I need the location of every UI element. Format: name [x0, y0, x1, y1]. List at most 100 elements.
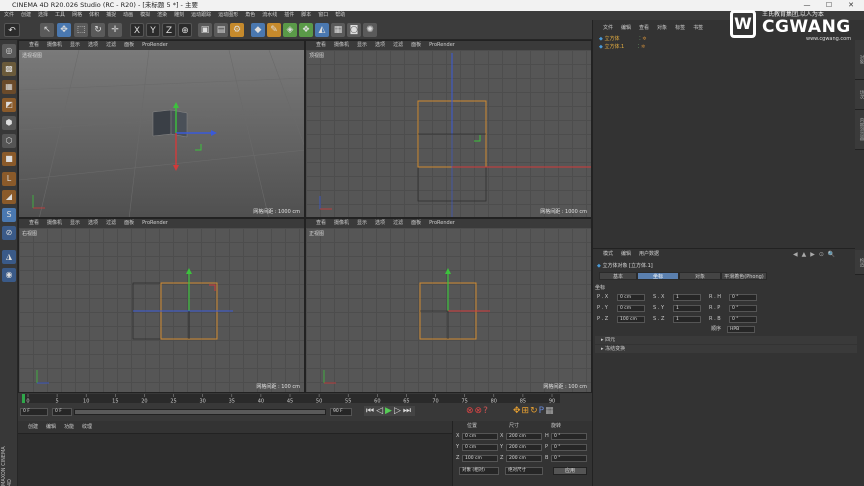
vp-menu-view[interactable]: 查看: [29, 41, 39, 50]
vp-menu-panel[interactable]: 面板: [124, 41, 134, 50]
range-slider[interactable]: [74, 409, 326, 415]
vp-menu-options[interactable]: 选项: [88, 219, 98, 228]
mat-menu-texture[interactable]: 纹理: [82, 423, 92, 432]
playhead[interactable]: [22, 394, 25, 403]
vp-menu-panel[interactable]: 面板: [411, 219, 421, 228]
om-menu-view[interactable]: 查看: [639, 24, 649, 33]
sx-field[interactable]: 1: [673, 294, 701, 301]
vp-menu-filter[interactable]: 过滤: [393, 219, 403, 228]
planar-workplane-icon[interactable]: ◮: [2, 250, 16, 264]
model-mode-icon[interactable]: ▩: [2, 62, 16, 76]
material-list[interactable]: [18, 433, 452, 486]
menu-plugins[interactable]: 插件: [284, 11, 294, 20]
vp-menu-view[interactable]: 查看: [316, 219, 326, 228]
autokey-icon[interactable]: ⊗: [475, 406, 484, 416]
workplane-mode-icon[interactable]: ◩: [2, 98, 16, 112]
rotation-key-icon[interactable]: ↻: [530, 406, 539, 416]
rp-field[interactable]: 0 °: [729, 305, 757, 312]
coord-mode-dropdown[interactable]: 对象 (相对): [459, 467, 499, 475]
vp-menu-display[interactable]: 显示: [357, 219, 367, 228]
tab-basic[interactable]: 基本: [599, 272, 637, 280]
sy-field[interactable]: 1: [673, 305, 701, 312]
end-frame-field[interactable]: 90 F: [330, 408, 352, 416]
menu-select[interactable]: 选择: [38, 11, 48, 20]
edges-mode-icon[interactable]: ⬡: [2, 134, 16, 148]
recent-tools-icon[interactable]: ✛: [108, 23, 122, 37]
vp-menu-filter[interactable]: 过滤: [106, 41, 116, 50]
py-field[interactable]: 0 cm: [617, 305, 645, 312]
scale-key-icon[interactable]: ⊞: [522, 406, 531, 416]
start-frame-field[interactable]: 0 F: [52, 408, 72, 416]
vp-menu-filter[interactable]: 过滤: [393, 41, 403, 50]
menu-render[interactable]: 渲染: [157, 11, 167, 20]
current-frame-field[interactable]: 0 F: [20, 408, 48, 416]
mat-menu-create[interactable]: 创建: [28, 423, 38, 432]
om-menu-bookmarks[interactable]: 书签: [693, 24, 703, 33]
visibility-dots-icon[interactable]: ⁚: [639, 36, 641, 42]
vp-menu-panel[interactable]: 面板: [411, 41, 421, 50]
camera-icon[interactable]: ◙: [347, 23, 361, 37]
render-picture-viewer-icon[interactable]: ▤: [214, 23, 228, 37]
om-menu-edit[interactable]: 编辑: [621, 24, 631, 33]
make-editable-icon[interactable]: ◎: [2, 44, 16, 58]
x-axis-lock-icon[interactable]: X: [130, 23, 144, 37]
play-icon[interactable]: ▶: [385, 406, 394, 416]
vp-menu-options[interactable]: 选项: [88, 41, 98, 50]
prev-key-icon[interactable]: ◁: [376, 406, 385, 416]
coord-size-y[interactable]: 200 cm: [506, 444, 542, 451]
coord-pos-y[interactable]: 0 cm: [462, 444, 498, 451]
render-settings-icon[interactable]: ⚙: [230, 23, 244, 37]
timeline-ruler[interactable]: 0 5 10 15 20 25 30 35 40 45 50 55 60 65 70 75 80 85 90: [22, 394, 560, 403]
vp-menu-panel[interactable]: 面板: [124, 219, 134, 228]
tab-phong[interactable]: 平滑着色(Phong): [721, 272, 767, 280]
coord-size-x[interactable]: 200 cm: [506, 433, 542, 440]
subdivision-surface-icon[interactable]: ◈: [283, 23, 297, 37]
rh-field[interactable]: 0 °: [729, 294, 757, 301]
vtab-objects[interactable]: 对象: [855, 40, 864, 80]
vp-menu-prorender[interactable]: ProRender: [429, 41, 455, 50]
enable-axis-icon[interactable]: L: [2, 172, 16, 186]
coordinate-system-icon[interactable]: ⊕: [178, 23, 192, 37]
viewport-right[interactable]: 查看 摄像机 显示 选项 过滤 面板 ProRender 右视图 网格间距 : …: [18, 218, 305, 393]
floor-icon[interactable]: ▦: [331, 23, 345, 37]
viewport-front[interactable]: 查看 摄像机 显示 选项 过滤 面板 ProRender 正视图 网格间距 : …: [305, 218, 592, 393]
vp-menu-options[interactable]: 选项: [375, 219, 385, 228]
quaternion-section[interactable]: ▸ 四元: [595, 336, 857, 344]
nav-arrows-icon[interactable]: ◀▲▶⊙🔍: [793, 251, 839, 258]
select-arrow-icon[interactable]: ↖: [40, 23, 54, 37]
go-to-end-icon[interactable]: ⏭: [403, 406, 413, 416]
undo-icon[interactable]: ↶: [4, 23, 20, 37]
tweak-mode-icon[interactable]: ◢: [2, 190, 16, 204]
vp-menu-view[interactable]: 查看: [316, 41, 326, 50]
y-axis-lock-icon[interactable]: Y: [146, 23, 160, 37]
sz-field[interactable]: 1: [673, 316, 701, 323]
snap-icon[interactable]: S: [2, 208, 16, 222]
go-to-start-icon[interactable]: ⏮: [366, 406, 376, 416]
viewport-perspective[interactable]: 查看 摄像机 显示 选项 过滤 面板 ProRender 透视视图 网格间距 :…: [18, 40, 305, 218]
am-menu-mode[interactable]: 模式: [603, 250, 613, 259]
menu-motion-tracking[interactable]: 运动跟踪: [191, 11, 211, 20]
vp-menu-display[interactable]: 显示: [70, 219, 80, 228]
menu-character[interactable]: 角色: [245, 11, 255, 20]
am-menu-edit[interactable]: 编辑: [621, 250, 631, 259]
pla-key-icon[interactable]: ▦: [545, 406, 555, 416]
spline-pen-icon[interactable]: ✎: [267, 23, 281, 37]
vp-menu-prorender[interactable]: ProRender: [142, 41, 168, 50]
mat-menu-edit[interactable]: 编辑: [46, 423, 56, 432]
scale-tool-icon[interactable]: ⬚: [74, 23, 88, 37]
move-tool-icon[interactable]: ✥: [57, 23, 71, 37]
record-keyframe-icon[interactable]: ⊗: [466, 406, 475, 416]
om-menu-file[interactable]: 文件: [603, 24, 613, 33]
menu-mesh[interactable]: 网格: [72, 11, 82, 20]
phong-tag-icon[interactable]: ✲: [641, 44, 645, 50]
om-menu-objects[interactable]: 对象: [657, 24, 667, 33]
menu-window[interactable]: 窗口: [318, 11, 328, 20]
vp-menu-view[interactable]: 查看: [29, 219, 39, 228]
px-field[interactable]: 0 cm: [617, 294, 645, 301]
object-row-cube-1[interactable]: ◆ 立方体.1 ⁚ ✲: [599, 43, 645, 51]
polygons-mode-icon[interactable]: ■: [2, 152, 16, 166]
vp-menu-cameras[interactable]: 摄像机: [47, 219, 62, 228]
freeze-transform-section[interactable]: ▸ 冻结变换: [595, 345, 857, 353]
vtab-structure[interactable]: 构造: [855, 250, 864, 275]
render-view-icon[interactable]: ▣: [198, 23, 212, 37]
